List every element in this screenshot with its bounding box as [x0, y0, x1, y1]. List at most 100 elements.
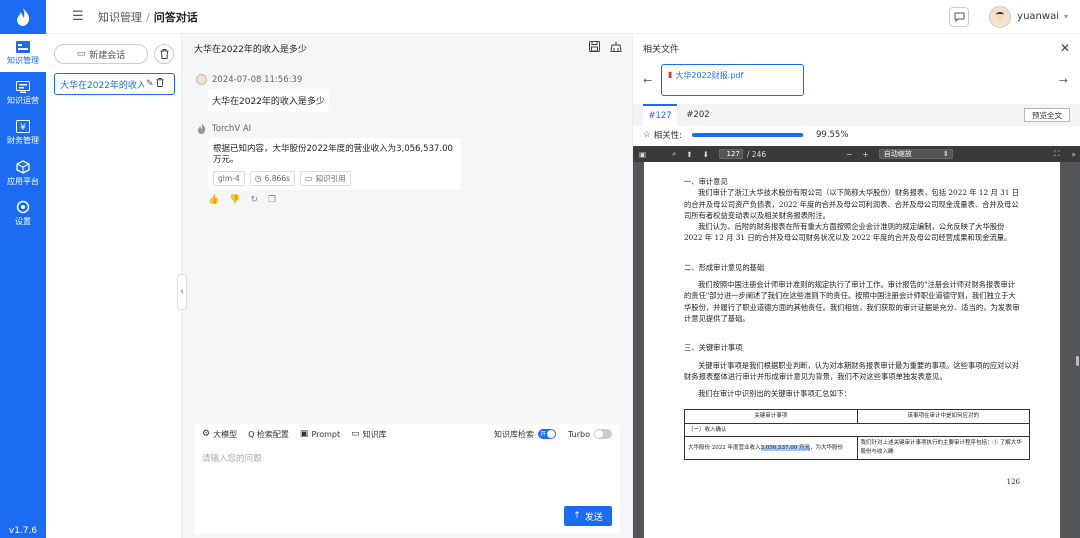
- pdf-section-title: 一、审计意见: [684, 177, 728, 186]
- files-title: 相关文件: [643, 44, 680, 55]
- pdf-scrollbar[interactable]: [1076, 356, 1079, 366]
- clock-icon: ◷: [254, 174, 262, 184]
- edit-icon[interactable]: ✎: [146, 79, 154, 89]
- pdf-file-icon: ▮: [668, 70, 673, 79]
- username[interactable]: yuanwai: [1017, 11, 1059, 22]
- file-card[interactable]: ▮ 大华2022财报.pdf: [661, 64, 804, 96]
- page-total: / 246: [746, 149, 767, 159]
- nav-item-app-platform[interactable]: 应用平台: [0, 154, 46, 192]
- relevance-bar: [692, 133, 804, 137]
- relevance-row: ☆ 相关性: 99.55%: [643, 129, 848, 141]
- flame-logo-icon: [17, 8, 30, 26]
- sidebar-toggle-icon[interactable]: ▣: [639, 150, 646, 159]
- app-logo[interactable]: [0, 0, 46, 34]
- search-icon[interactable]: ⌕: [672, 149, 676, 159]
- pdf-paragraph: 我们审计了浙江大华技术股份有限公司（以下简称大华股份）财务报表，包括 2022 …: [684, 188, 1020, 220]
- book-icon: ▭: [351, 429, 360, 439]
- citation-tag[interactable]: ▭ 知识引用: [300, 171, 351, 187]
- zoom-in-icon[interactable]: +: [862, 150, 868, 159]
- trash-icon[interactable]: [155, 78, 164, 90]
- page-tabs: #127 #202: [633, 104, 1080, 126]
- nav-item-knowledge[interactable]: 知识管理: [0, 34, 46, 72]
- highlighted-revenue: 3,056,537.00 万元: [760, 444, 810, 451]
- tab-page-127[interactable]: #127: [643, 104, 677, 126]
- arrow-left-icon[interactable]: ←: [643, 74, 652, 87]
- llm-tool[interactable]: ⚙ 大模型: [202, 429, 237, 440]
- fullscreen-icon[interactable]: ⛶: [1054, 149, 1059, 159]
- tab-page-202[interactable]: #202: [681, 104, 715, 126]
- table-cell-text: ，为大华股份: [810, 444, 844, 451]
- turbo-toggle[interactable]: [594, 429, 612, 439]
- nav-rail: 知识管理 知识运营 ¥ 财务管理 应用平台 设置 v1.7.6: [0, 0, 46, 538]
- page-number-input[interactable]: 127: [718, 149, 743, 159]
- message-button[interactable]: [949, 6, 970, 27]
- copy-icon[interactable]: ❐: [268, 195, 276, 205]
- relevance-bar-fill: [692, 133, 804, 137]
- breadcrumb-parent[interactable]: 知识管理: [98, 11, 142, 24]
- gear-icon: ⚙: [202, 429, 211, 439]
- knowledge-base-tool[interactable]: ▭ 知识库: [351, 429, 387, 440]
- prompt-tool[interactable]: ▣ Prompt: [300, 429, 340, 439]
- clear-icon[interactable]: [610, 41, 622, 55]
- pdf-section-title: 三、关键审计事项: [684, 343, 743, 353]
- conversation-item[interactable]: 大华在2022年的收入是多少 ✎: [54, 73, 175, 95]
- pdf-paragraph: 我们按照中国注册会计师审计准则的规定执行了审计工作。审计报告的"注册会计师对财务…: [684, 280, 1020, 323]
- related-files-panel: 相关文件 ✕ ← ▮ 大华2022财报.pdf → #127 #202 预览全文…: [632, 34, 1080, 538]
- select-arrows-icon: ⇕: [942, 150, 949, 158]
- question-input[interactable]: [202, 452, 612, 502]
- turbo-label: Turbo: [567, 429, 590, 439]
- nav-label: 财务管理: [7, 136, 39, 145]
- tool-label: Q 检索配置: [248, 429, 289, 439]
- knowledge-icon: [16, 40, 30, 53]
- header-right: yuanwai ▾: [949, 5, 1068, 28]
- new-chat-button[interactable]: ▭ 新建会话: [54, 44, 148, 64]
- nav-item-finance[interactable]: ¥ 财务管理: [0, 114, 46, 152]
- app-version: v1.7.6: [8, 526, 38, 536]
- nav-item-operation[interactable]: 知识运营: [0, 74, 46, 112]
- pdf-page-number: 126: [1006, 478, 1020, 487]
- pdf-paragraph: 我们在审计中识别出的关键审计事项汇总如下：: [698, 389, 852, 399]
- more-tools-icon[interactable]: »: [1071, 150, 1076, 159]
- search-config-tool[interactable]: Q 检索配置: [248, 429, 289, 440]
- nav-item-settings[interactable]: 设置: [0, 194, 46, 232]
- kb-search-toggle[interactable]: 开: [537, 429, 556, 439]
- trash-icon: [160, 49, 168, 59]
- menu-fold-icon[interactable]: ☰: [72, 9, 96, 24]
- operation-icon: [16, 80, 30, 93]
- chevron-down-icon[interactable]: ▾: [1064, 12, 1068, 21]
- save-icon[interactable]: [589, 41, 600, 55]
- feedback-bar: 👍 👎 ↻ ❐: [208, 195, 461, 205]
- collapse-panel-button[interactable]: ‹: [177, 274, 187, 310]
- composer-toolbar: ⚙ 大模型 Q 检索配置 ▣ Prompt ▭ 知识库 知识库检索 开 Turbo: [194, 424, 620, 444]
- citation-icon: ▭: [305, 174, 313, 184]
- preview-full-button[interactable]: 预览全文: [1024, 108, 1070, 122]
- zoom-value: 自动缩放: [883, 150, 912, 158]
- chevron-left-icon: ‹: [180, 287, 184, 297]
- regenerate-icon[interactable]: ↻: [250, 195, 258, 205]
- delete-all-button[interactable]: [154, 44, 174, 64]
- thumbs-up-icon[interactable]: 👍: [208, 195, 219, 205]
- page-down-icon[interactable]: ⬇: [703, 150, 709, 159]
- conversation-title: 大华在2022年的收入是多少: [60, 80, 144, 91]
- relevance-value: 99.55%: [816, 130, 849, 140]
- pdf-paragraph: 我们认为，后附的财务报表在所有重大方面按照企业会计准则的规定编制，公允反映了大华…: [684, 222, 1012, 243]
- thumbs-down-icon[interactable]: 👎: [229, 195, 240, 205]
- table-header: 关键审计事项: [684, 409, 858, 424]
- arrow-right-icon[interactable]: →: [1059, 74, 1068, 87]
- zoom-select[interactable]: 自动缩放 ⇕: [878, 149, 953, 159]
- nav-label: 知识运营: [7, 95, 39, 105]
- settings-icon: [16, 200, 30, 213]
- page-up-icon[interactable]: ⬆: [686, 150, 692, 159]
- send-button[interactable]: ↑ 发送: [564, 506, 612, 526]
- send-label: 发送: [584, 512, 603, 523]
- close-icon[interactable]: ✕: [1060, 41, 1070, 55]
- nav-label: 知识管理: [7, 55, 39, 65]
- conversation-panel: ▭ 新建会话 大华在2022年的收入是多少 ✎: [46, 34, 182, 538]
- chat-header: 大华在2022年的收入是多少: [182, 34, 632, 62]
- zoom-out-icon[interactable]: −: [846, 150, 852, 159]
- app-platform-icon: [16, 159, 30, 174]
- pdf-section-title: 二、形成审计意见的基础: [684, 262, 765, 272]
- table-cell: 大华股份 2022 年度营业收入3,056,537.00 万元，为大华股份: [684, 436, 858, 460]
- pdf-table: 关键审计事项 该事项在审计中是如何应对的 （一）收入确认 大华股份 2022 年…: [684, 409, 1030, 460]
- avatar[interactable]: [989, 5, 1012, 28]
